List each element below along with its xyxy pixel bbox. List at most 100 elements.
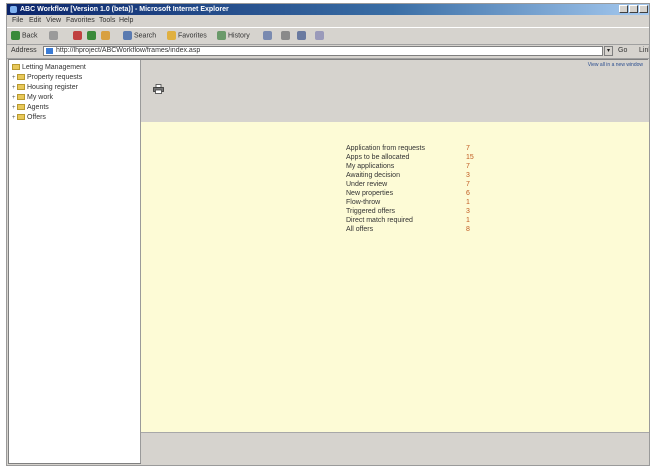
tree-item-label: Offers [27, 114, 46, 121]
stat-label[interactable]: All offers [346, 225, 373, 234]
menu-help[interactable]: Help [119, 16, 133, 26]
menu-file[interactable]: File [12, 16, 23, 26]
menu-edit[interactable]: Edit [29, 16, 41, 26]
folder-icon [17, 104, 25, 111]
page-icon [46, 48, 53, 54]
discuss-icon [315, 31, 324, 40]
folder-icon [17, 94, 25, 101]
favorites-button[interactable]: Favorites [167, 31, 207, 41]
address-input[interactable]: http://lhproject/ABCWorkflow/frames/inde… [43, 46, 603, 56]
stat-count: 1 [466, 217, 470, 224]
tree-item-label: Property requests [27, 74, 83, 81]
back-label: Back [22, 32, 38, 40]
history-button[interactable]: History [217, 31, 250, 41]
summary-panel: Application from requests 7 Apps to be a… [141, 122, 649, 432]
view-all-link[interactable]: View all in a new window [588, 62, 643, 68]
tree-item-offers[interactable]: + Offers [12, 113, 46, 122]
page-content: Letting Management + Property requests + H… [8, 59, 649, 464]
browser-window: ABC Workflow [Version 1.0 (beta)] - Micr… [6, 3, 650, 466]
stat-count: 3 [466, 208, 470, 215]
forward-button[interactable] [49, 31, 60, 41]
folder-icon [17, 114, 25, 121]
home-icon [101, 31, 110, 40]
menu-view[interactable]: View [46, 16, 61, 26]
maximize-button[interactable] [629, 5, 638, 13]
close-button[interactable] [639, 5, 648, 13]
menu-tools[interactable]: Tools [99, 16, 115, 26]
stat-count: 1 [466, 199, 470, 206]
stat-count: 6 [466, 190, 470, 197]
mail-button[interactable] [263, 31, 274, 41]
mail-icon [263, 31, 272, 40]
expand-icon[interactable]: + [12, 74, 16, 83]
stat-label[interactable]: Triggered offers [346, 207, 395, 216]
history-label: History [228, 32, 250, 40]
expand-icon[interactable]: + [12, 94, 16, 103]
stat-count: 8 [466, 226, 470, 233]
print-page-icon[interactable] [153, 84, 164, 94]
search-label: Search [134, 32, 157, 40]
browser-toolbar: Back Search Favorites History [7, 27, 649, 45]
tree-item-letting-management[interactable]: Letting Management [12, 63, 86, 72]
tree-item-agents[interactable]: + Agents [12, 103, 49, 112]
stat-label[interactable]: Flow-throw [346, 198, 380, 207]
stat-label[interactable]: Application from requests [346, 144, 425, 153]
stat-label[interactable]: Apps to be allocated [346, 153, 409, 162]
discuss-button[interactable] [315, 31, 326, 41]
stat-count: 7 [466, 181, 470, 188]
stat-count: 15 [466, 154, 474, 161]
print-toolbar-button[interactable] [281, 31, 292, 41]
go-button[interactable]: Go [618, 46, 627, 56]
folder-icon [17, 74, 25, 81]
main-header: View all in a new window [141, 60, 649, 122]
folder-open-icon [12, 64, 20, 71]
tree-item-my-work[interactable]: + My work [12, 93, 53, 102]
menu-favorites[interactable]: Favorites [66, 16, 95, 26]
status-bar [7, 464, 649, 465]
stat-count: 7 [466, 163, 470, 170]
edit-icon [297, 31, 306, 40]
back-arrow-icon [11, 31, 20, 40]
ie-logo-icon [10, 6, 17, 13]
favorites-star-icon [167, 31, 176, 40]
tree-item-housing-register[interactable]: + Housing register [12, 83, 78, 92]
search-icon [123, 31, 132, 40]
address-bar: Address http://lhproject/ABCWorkflow/fra… [7, 44, 649, 59]
address-label: Address [11, 47, 37, 54]
search-button[interactable]: Search [123, 31, 156, 41]
tree-item-label: My work [27, 94, 54, 101]
back-button[interactable]: Back [11, 31, 38, 41]
stat-label[interactable]: Awaiting decision [346, 171, 400, 180]
forward-arrow-icon [49, 31, 58, 40]
expand-icon[interactable]: + [12, 84, 16, 93]
refresh-icon [87, 31, 96, 40]
home-button[interactable] [101, 31, 112, 41]
minimize-button[interactable] [619, 5, 628, 13]
stat-count: 3 [466, 172, 470, 179]
stat-label[interactable]: Direct match required [346, 216, 413, 225]
address-dropdown-button[interactable]: ▾ [604, 46, 613, 56]
stop-button[interactable] [73, 31, 84, 41]
window-titlebar[interactable]: ABC Workflow [Version 1.0 (beta)] - Micr… [7, 4, 649, 15]
links-button[interactable]: Links [639, 46, 649, 56]
stat-count: 7 [466, 145, 470, 152]
stop-icon [73, 31, 82, 40]
tree-item-label: Housing register [27, 84, 78, 91]
history-icon [217, 31, 226, 40]
stat-label[interactable]: My applications [346, 162, 394, 171]
navigation-tree: Letting Management + Property requests + H… [9, 60, 141, 463]
tree-item-label: Agents [27, 104, 49, 111]
stat-label[interactable]: New properties [346, 189, 393, 198]
tree-item-property-requests[interactable]: + Property requests [12, 73, 82, 82]
tree-item-label: Letting Management [22, 64, 86, 71]
edit-button[interactable] [297, 31, 308, 41]
expand-icon[interactable]: + [12, 104, 16, 113]
print-icon [281, 31, 290, 40]
address-url: http://lhproject/ABCWorkflow/frames/inde… [56, 47, 201, 54]
expand-icon[interactable]: + [12, 114, 16, 123]
menu-bar: File Edit View Favorites Tools Help [7, 16, 649, 26]
window-title: ABC Workflow [Version 1.0 (beta)] - Micr… [20, 6, 229, 13]
refresh-button[interactable] [87, 31, 98, 41]
main-footer [141, 432, 649, 464]
stat-label[interactable]: Under review [346, 180, 387, 189]
